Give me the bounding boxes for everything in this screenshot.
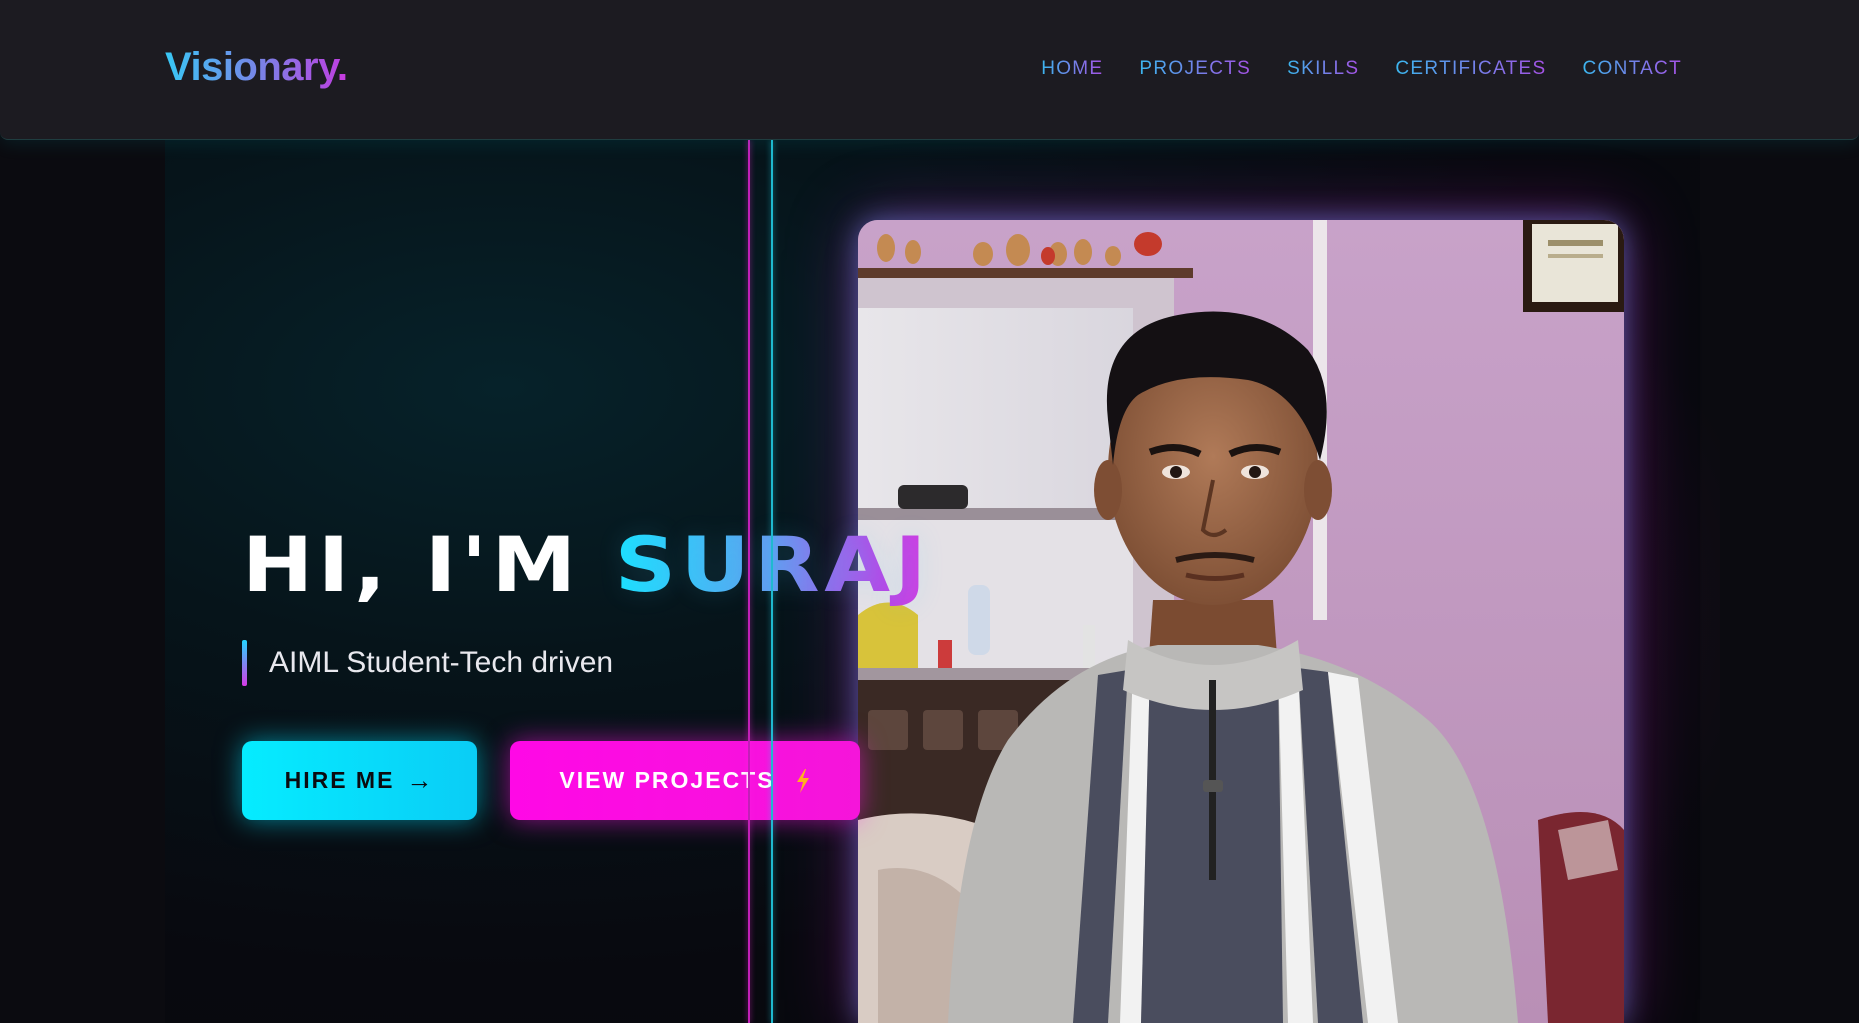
- hero-headline: HI, I'M SURAJ: [242, 520, 931, 609]
- decorative-line-magenta: [748, 140, 750, 1023]
- site-header: Visionary. HOME PROJECTS SKILLS CERTIFIC…: [0, 0, 1859, 140]
- nav-certificates[interactable]: CERTIFICATES: [1395, 58, 1546, 80]
- nav-home[interactable]: HOME: [1041, 58, 1103, 80]
- hero-greeting: HI, I'M: [242, 520, 615, 609]
- view-projects-label: VIEW PROJECTS: [559, 767, 775, 793]
- nav-contact[interactable]: CONTACT: [1582, 58, 1682, 80]
- logo-text: Visionary: [165, 45, 337, 89]
- nav-projects[interactable]: PROJECTS: [1139, 58, 1251, 80]
- site-logo[interactable]: Visionary.: [165, 45, 348, 90]
- portfolio-page: Visionary. HOME PROJECTS SKILLS CERTIFIC…: [0, 0, 1859, 1023]
- subtitle-accent-bar: [242, 640, 247, 686]
- lightning-bolt-icon: [795, 768, 811, 793]
- profile-photo: [858, 220, 1624, 1023]
- profile-photo-illustration: [858, 220, 1624, 1023]
- nav-skills[interactable]: SKILLS: [1287, 58, 1359, 80]
- main-nav: HOME PROJECTS SKILLS CERTIFICATES CONTAC…: [1041, 58, 1682, 80]
- hire-me-button[interactable]: HIRE ME →: [242, 741, 477, 820]
- logo-dot: .: [336, 45, 348, 89]
- decorative-line-cyan: [771, 140, 773, 1023]
- arrow-right-icon: →: [406, 765, 435, 795]
- hero-subtitle: AIML Student-Tech driven: [269, 646, 614, 679]
- hire-me-label: HIRE ME: [284, 767, 395, 793]
- view-projects-button[interactable]: VIEW PROJECTS: [510, 741, 860, 820]
